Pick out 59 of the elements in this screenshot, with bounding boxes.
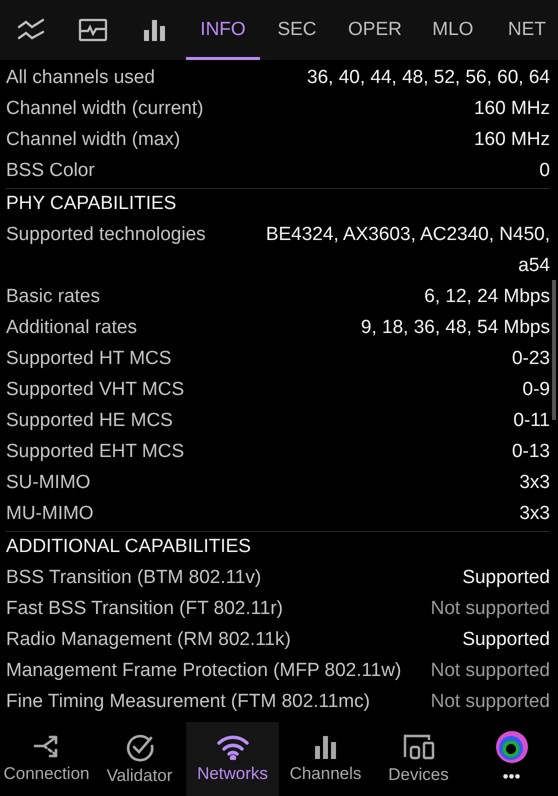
tab[interactable]: NET	[490, 0, 558, 60]
field-value: Supported	[462, 628, 550, 652]
section-heading: ADDITIONAL CAPABILITIES	[6, 535, 252, 559]
field-value: 9, 18, 36, 48, 54 Mbps	[360, 316, 550, 340]
app-logo-icon	[496, 731, 528, 763]
field-label: Supported HE MCS	[6, 409, 173, 433]
field-label: Additional rates	[6, 316, 137, 340]
field-label: SU-MIMO	[6, 471, 90, 495]
field-label: Supported EHT MCS	[6, 440, 184, 464]
tab[interactable]: SEC	[260, 0, 334, 60]
field-label: Supported HT MCS	[6, 347, 172, 371]
field-value: 0-13	[512, 440, 550, 464]
field-value: Not supported	[430, 690, 550, 714]
field-value: 0-11	[513, 409, 550, 433]
pulse-monitor-icon	[78, 18, 108, 42]
field-label: BSS Color	[6, 159, 95, 183]
field-value: 160 MHz	[474, 128, 550, 152]
field-value: 0-9	[522, 378, 550, 402]
check-circle-icon	[124, 732, 154, 762]
split-arrows-icon	[32, 734, 60, 760]
field-label: Basic rates	[6, 285, 100, 309]
field-label: Fast BSS Transition (FT 802.11r)	[6, 597, 284, 621]
field-value: 36, 40, 44, 48, 52, 56, 60, 64	[307, 66, 550, 90]
nav-item[interactable]: •••	[465, 722, 558, 796]
scrollbar[interactable]	[552, 280, 556, 420]
field-value: 3x3	[519, 471, 550, 495]
field-label: Channel width (max)	[6, 128, 180, 152]
field-label: All channels used	[6, 66, 155, 90]
field-value: Supported	[462, 566, 550, 590]
tab[interactable]: MLO	[416, 0, 490, 60]
tab[interactable]: OPER	[334, 0, 416, 60]
nav-item[interactable]: Devices	[372, 722, 465, 796]
field-value: 0-23	[512, 347, 550, 371]
field-label: BSS Transition (BTM 802.11v)	[6, 566, 262, 590]
field-value: 0	[539, 159, 550, 183]
field-label: Fine Timing Measurement (FTM 802.11mc)	[6, 690, 370, 714]
bar-chart-icon	[143, 18, 167, 42]
nav-item[interactable]: Networks	[186, 722, 279, 796]
field-value: 3x3	[519, 502, 550, 526]
wifi-icon	[216, 734, 248, 760]
bar-chart-icon	[314, 734, 338, 760]
section-heading: PHY CAPABILITIES	[6, 192, 178, 216]
field-label: Management Frame Protection (MFP 802.11w)	[6, 659, 402, 683]
field-label: Supported VHT MCS	[6, 378, 184, 402]
nav-item[interactable]: Validator	[93, 722, 186, 796]
wave-lines-icon	[17, 18, 45, 42]
field-value: Not supported	[430, 659, 550, 683]
nav-item[interactable]: Channels	[279, 722, 372, 796]
field-label: MU-MIMO	[6, 502, 94, 526]
field-value: 160 MHz	[474, 97, 550, 121]
field-value: 6, 12, 24 Mbps	[424, 285, 550, 309]
field-value: Not supported	[430, 597, 550, 621]
tab[interactable]: INFO	[186, 0, 260, 60]
field-label: Supported technologies	[6, 223, 206, 247]
field-value: BE4324, AX3603, AC2340, N450, a54	[264, 223, 550, 278]
nav-item[interactable]: Connection	[0, 722, 93, 796]
devices-icon	[402, 733, 434, 761]
field-label: Channel width (current)	[6, 97, 204, 121]
field-label: Radio Management (RM 802.11k)	[6, 628, 291, 652]
